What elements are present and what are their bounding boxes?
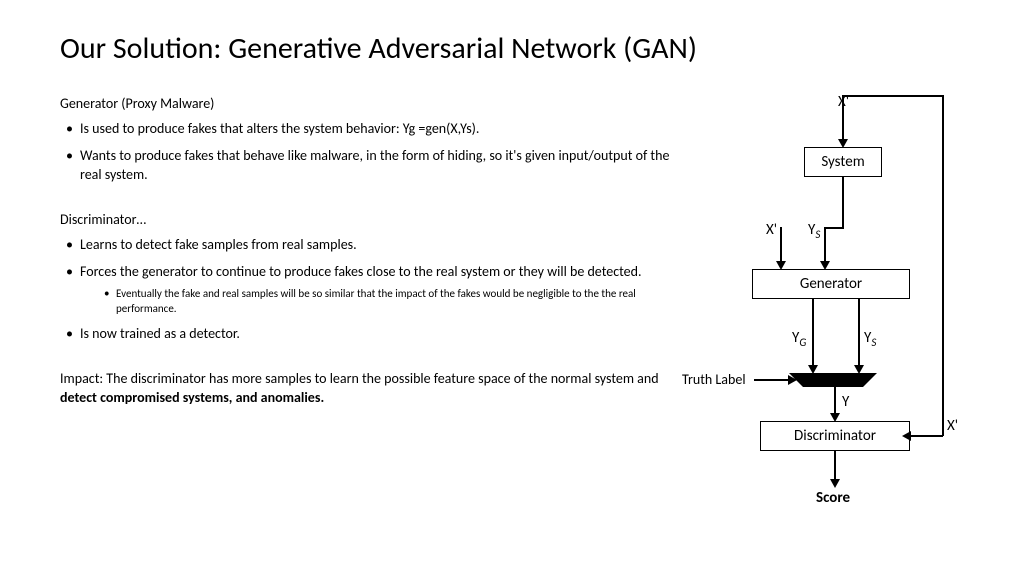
generator-bullets: Is used to produce fakes that alters the…: [60, 120, 674, 185]
label-truth: Truth Label: [682, 371, 746, 388]
label-y: Y: [842, 393, 849, 411]
arrow-line: [858, 299, 860, 369]
label-yg: YG: [792, 329, 806, 349]
arrow-line: [780, 227, 782, 265]
arrow-line: [942, 95, 944, 436]
text-column: Generator (Proxy Malware) Is used to pro…: [60, 95, 674, 525]
arrow-line: [842, 177, 844, 227]
mux-trapezoid: [789, 373, 877, 387]
sub-list-item: Eventually the fake and real samples wil…: [100, 287, 674, 317]
list-item: Wants to produce fakes that behave like …: [60, 147, 674, 185]
discriminator-bullets: Learns to detect fake samples from real …: [60, 236, 674, 344]
label-ys-in: YS: [808, 221, 820, 241]
arrow-line: [842, 95, 942, 97]
impact-text: Impact: The discriminator has more sampl…: [60, 370, 674, 408]
system-box: System: [804, 147, 882, 177]
label-x-right: X': [947, 417, 958, 435]
slide-title: Our Solution: Generative Adversarial Net…: [60, 30, 974, 67]
arrow-head-icon: [902, 431, 911, 441]
list-item: Forces the generator to continue to prod…: [60, 263, 674, 318]
gan-diagram: X' System X' YS Generator YG: [684, 95, 964, 525]
arrow-line: [824, 227, 826, 265]
arrow-line: [910, 435, 943, 437]
arrow-line: [754, 379, 792, 381]
arrow-line: [842, 95, 844, 141]
arrow-line: [824, 227, 844, 229]
list-item: Learns to detect fake samples from real …: [60, 236, 674, 255]
label-score: Score: [816, 489, 850, 507]
arrow-line: [812, 299, 814, 369]
arrow-head-icon: [830, 479, 840, 488]
label-ys-out: YS: [864, 329, 876, 349]
diagram-column: X' System X' YS Generator YG: [684, 95, 974, 525]
discriminator-heading: Discriminator…: [60, 211, 674, 228]
list-item: Is used to produce fakes that alters the…: [60, 120, 674, 139]
list-item: Is now trained as a detector.: [60, 325, 674, 344]
label-x-left: X': [766, 221, 777, 239]
generator-heading: Generator (Proxy Malware): [60, 95, 674, 112]
discriminator-box: Discriminator: [760, 421, 910, 451]
generator-box: Generator: [752, 269, 910, 299]
